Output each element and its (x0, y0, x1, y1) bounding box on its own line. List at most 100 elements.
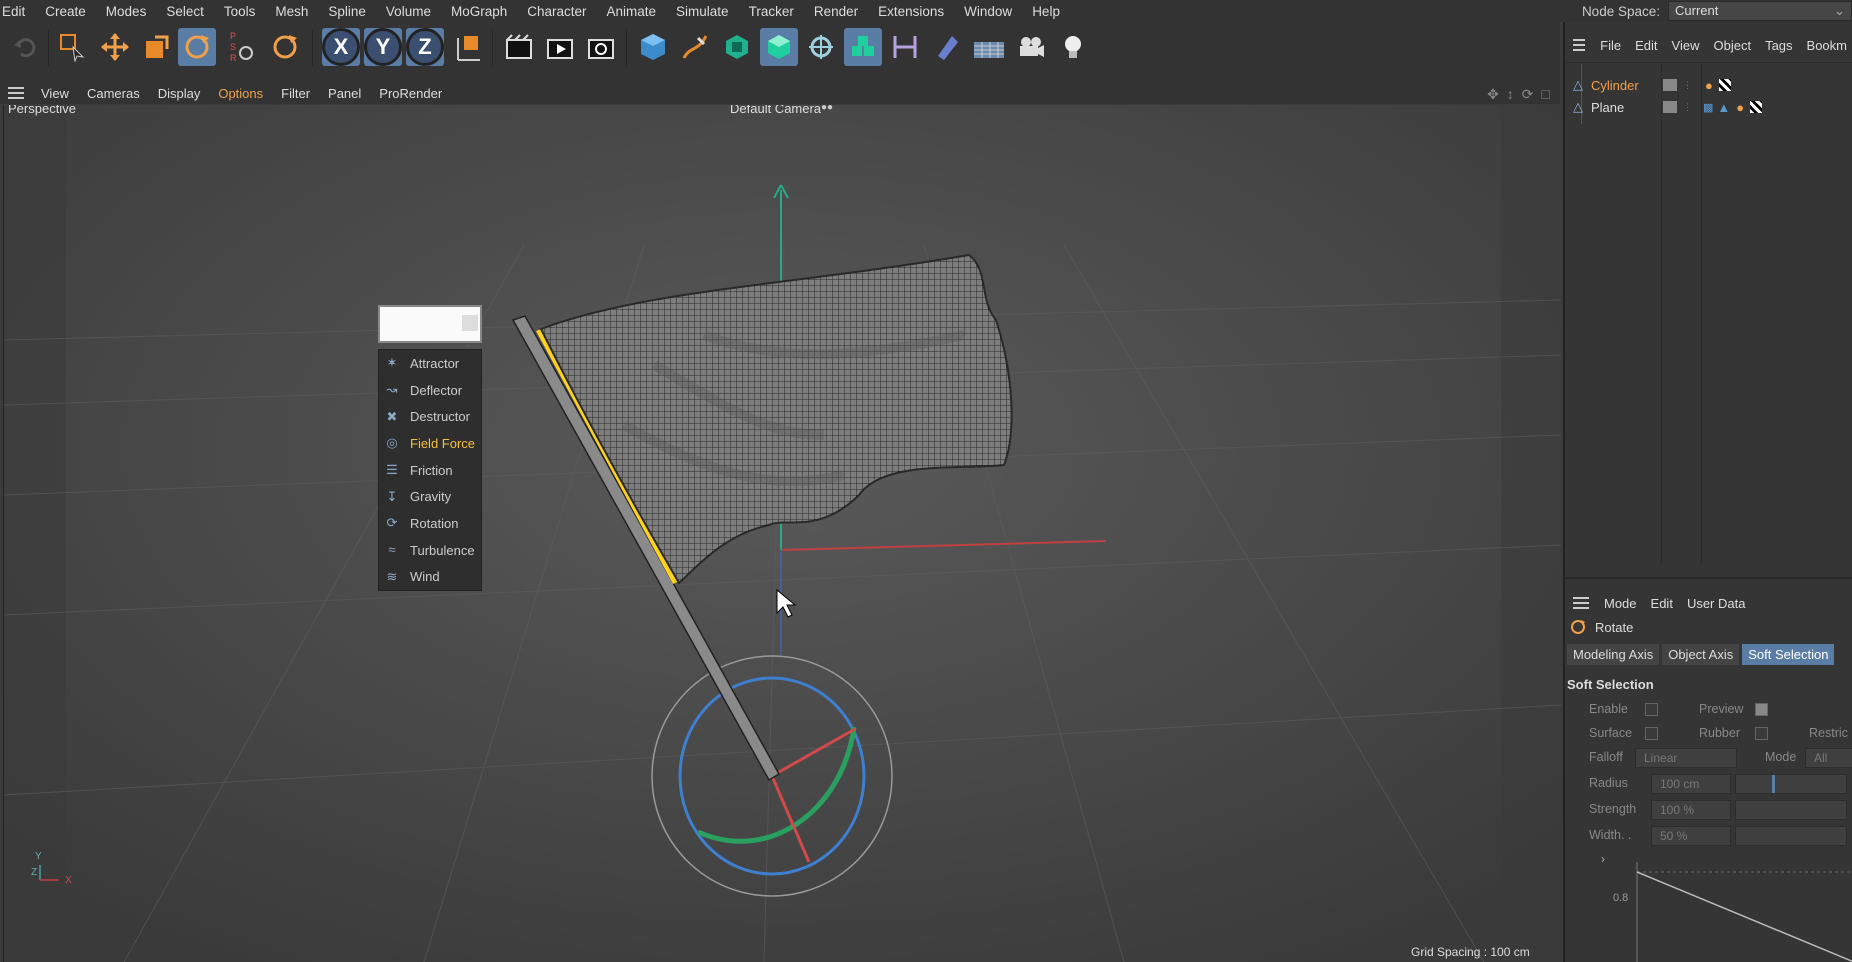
menu-extensions[interactable]: Extensions (869, 4, 955, 19)
menu-window[interactable]: Window (955, 4, 1023, 19)
menu-mesh[interactable]: Mesh (266, 4, 319, 19)
measure-icon[interactable] (886, 28, 924, 66)
menu-modes[interactable]: Modes (97, 4, 158, 19)
expand-arrow-icon[interactable]: › (1601, 852, 1605, 866)
om-menu-edit[interactable]: Edit (1628, 38, 1664, 53)
tab-soft-selection[interactable]: Soft Selection (1742, 644, 1835, 665)
cloth-tag-icon[interactable]: ▩ (1703, 101, 1713, 114)
om-menu-file[interactable]: File (1593, 38, 1628, 53)
surface-checkbox[interactable] (1645, 727, 1658, 740)
tab-object-axis[interactable]: Object Axis (1662, 644, 1740, 665)
width-slider[interactable] (1735, 826, 1847, 846)
field-item-gravity[interactable]: ↧ Gravity (379, 483, 481, 510)
viewport-menu-filter[interactable]: Filter (272, 86, 319, 101)
dolly-icon[interactable]: ↕ (1507, 86, 1514, 103)
menu-animate[interactable]: Animate (598, 4, 668, 19)
node-space-dropdown[interactable]: Current (Standard/Physical) ⌄ (1668, 1, 1852, 36)
strength-field[interactable]: 100 % (1651, 800, 1731, 820)
field-item-turbulence[interactable]: ≈ Turbulence (379, 537, 481, 564)
axis-y-icon[interactable]: Y (364, 28, 402, 66)
cloner-icon[interactable] (760, 28, 798, 66)
psr-icon[interactable]: PSR (222, 28, 260, 66)
axis-z-icon[interactable]: Z (406, 28, 444, 66)
floor-icon[interactable] (970, 28, 1008, 66)
field-search-input[interactable] (378, 305, 482, 343)
falloff-dropdown[interactable]: Linear (1635, 748, 1737, 768)
menu-mograph[interactable]: MoGraph (442, 4, 518, 19)
light-icon[interactable] (1054, 28, 1092, 66)
pan-icon[interactable]: ✥ (1487, 86, 1499, 103)
width-field[interactable]: 50 % (1651, 826, 1731, 846)
object-row-cylinder[interactable]: △ Cylinder ⋮ ● (1565, 74, 1852, 96)
attr-menu-user-data[interactable]: User Data (1680, 596, 1753, 611)
world-coordinates-icon[interactable] (448, 28, 486, 66)
axis-x-icon[interactable]: X (322, 28, 360, 66)
render-picture-viewer-icon[interactable] (541, 28, 579, 66)
field-item-rotation[interactable]: ⟳ Rotation (379, 510, 481, 537)
tag-icon[interactable]: ● (1705, 78, 1713, 93)
rotate-icon[interactable] (178, 28, 216, 66)
tag-icon[interactable]: ● (1736, 100, 1744, 115)
menu-volume[interactable]: Volume (377, 4, 442, 19)
attr-menu-mode[interactable]: Mode (1597, 596, 1644, 611)
camera-label[interactable]: Default Camera (730, 105, 821, 120)
viewport-menu-panel[interactable]: Panel (319, 86, 370, 101)
menu-character[interactable]: Character (518, 4, 597, 19)
om-menu-object[interactable]: Object (1706, 38, 1758, 53)
enable-checkbox[interactable] (1645, 703, 1658, 716)
move-icon[interactable] (96, 28, 134, 66)
field-item-destructor[interactable]: ✖ Destructor (379, 403, 481, 430)
deformer-icon[interactable] (928, 28, 966, 66)
strength-slider[interactable] (1735, 800, 1847, 820)
object-row-plane[interactable]: △ Plane ⋮ ▩ ▲ ● (1565, 96, 1852, 118)
live-selection-icon[interactable] (53, 28, 91, 66)
render-settings-icon[interactable] (582, 28, 620, 66)
render-view-icon[interactable] (500, 28, 538, 66)
menu-render[interactable]: Render (805, 4, 869, 19)
orbit-icon[interactable]: ⟳ (1522, 86, 1534, 103)
menu-tracker[interactable]: Tracker (740, 4, 805, 19)
layer-dots-icon[interactable]: ⋮ (1683, 80, 1699, 91)
preview-checkbox[interactable] (1755, 703, 1768, 716)
material-tag-icon[interactable] (1750, 101, 1763, 113)
field-item-friction[interactable]: ☰ Friction (379, 457, 481, 484)
subdivision-icon[interactable] (718, 28, 756, 66)
menu-create[interactable]: Create (36, 4, 97, 19)
viewport-menu-cameras[interactable]: Cameras (78, 86, 149, 101)
hamburger-menu-icon[interactable] (8, 87, 24, 99)
scale-icon[interactable] (138, 28, 176, 66)
om-menu-view[interactable]: View (1665, 38, 1707, 53)
rubber-checkbox[interactable] (1755, 727, 1768, 740)
viewport-menu-view[interactable]: View (32, 86, 78, 101)
camera-icon[interactable] (1012, 28, 1050, 66)
tab-modeling-axis[interactable]: Modeling Axis (1567, 644, 1660, 665)
visibility-check-icon[interactable] (1663, 79, 1677, 91)
menu-select[interactable]: Select (157, 4, 215, 19)
clear-search-icon[interactable] (462, 315, 478, 331)
om-menu-bookmarks[interactable]: Bookm (1800, 38, 1852, 53)
layer-dots-icon[interactable]: ⋮ (1683, 102, 1699, 113)
attr-menu-edit[interactable]: Edit (1644, 596, 1680, 611)
menu-edit[interactable]: Edit (0, 4, 36, 19)
cube-icon[interactable] (634, 28, 672, 66)
visibility-check-icon[interactable] (1663, 101, 1677, 113)
undo-icon[interactable] (6, 28, 44, 66)
instance-icon[interactable] (844, 28, 882, 66)
viewport-menu-display[interactable]: Display (149, 86, 210, 101)
viewport-menu-options[interactable]: Options (209, 86, 272, 101)
attributes-hamburger-icon[interactable] (1573, 597, 1589, 609)
phong-tag-icon[interactable]: ▲ (1717, 100, 1730, 115)
field-item-wind[interactable]: ≋ Wind (379, 564, 481, 591)
pen-icon[interactable] (676, 28, 714, 66)
viewport-menu-prorender[interactable]: ProRender (370, 86, 451, 101)
om-menu-tags[interactable]: Tags (1758, 38, 1799, 53)
falloff-curve-graph[interactable] (1615, 862, 1852, 962)
material-tag-icon[interactable] (1718, 79, 1731, 91)
volume-icon[interactable] (802, 28, 840, 66)
menu-help[interactable]: Help (1023, 4, 1071, 19)
radius-field[interactable]: 100 cm (1651, 774, 1731, 794)
rotate-reset-icon[interactable] (266, 28, 304, 66)
viewport[interactable]: Perspective Default Camera ●● Grid Spaci… (3, 105, 1561, 962)
mode-dropdown[interactable]: All (1805, 748, 1852, 768)
object-manager-hamburger-icon[interactable] (1573, 39, 1586, 51)
